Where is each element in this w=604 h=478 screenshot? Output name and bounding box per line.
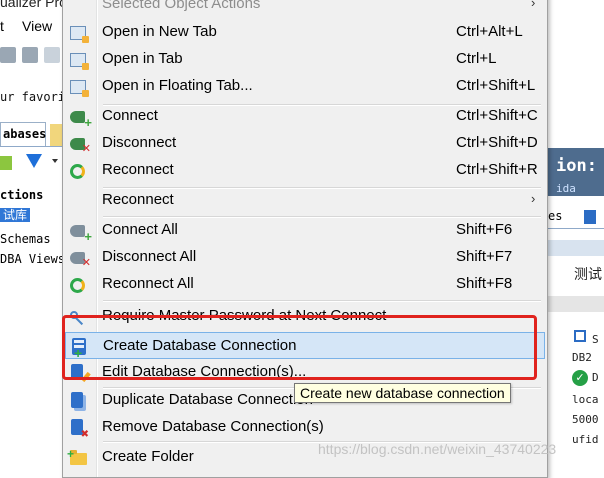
menu-item-open-in-floating-tab[interactable]: Open in Floating Tab... Ctrl+Shift+L (65, 73, 545, 100)
info-status: D (592, 371, 599, 384)
menu-item-reconnect-all[interactable]: Reconnect All Shift+F8 (65, 271, 545, 298)
check-icon: ✓ (572, 370, 588, 386)
submenu-arrow-icon: › (531, 191, 536, 206)
menu-item-edit-database-connection[interactable]: Edit Database Connection(s)... (65, 359, 545, 386)
favorites-bar[interactable]: ur favori (0, 90, 65, 104)
create-folder-icon (67, 447, 87, 465)
connect-all-icon: + (70, 225, 92, 243)
open-tab-icon (70, 53, 89, 70)
tab-databases[interactable]: abases (0, 122, 46, 146)
save-icon[interactable] (0, 47, 16, 63)
open-tab-icon (70, 80, 89, 97)
editor-divider (548, 296, 604, 312)
tree-item-schemas[interactable]: Schemas (0, 230, 51, 248)
reconnect-icon (70, 164, 85, 179)
create-db-icon (72, 338, 86, 355)
menu-item-open-in-new-tab[interactable]: Open in New Tab Ctrl+Alt+L (65, 19, 545, 46)
info-user: ufid (572, 433, 599, 446)
tooltip: Create new database connection (294, 383, 511, 403)
tab-next[interactable] (50, 124, 62, 146)
menu-item-partial[interactable]: t (0, 18, 4, 34)
server-icon (574, 330, 586, 342)
menu-item-connect[interactable]: + Connect Ctrl+Shift+C (65, 103, 545, 130)
toolbar (0, 47, 70, 73)
connect-plug-icon: + (70, 111, 92, 129)
menu-separator (103, 300, 541, 302)
menu-item-reconnect-submenu[interactable]: Reconnect › (65, 187, 545, 214)
remove-db-icon (71, 419, 89, 440)
connection-header: ion: 测 (548, 148, 604, 184)
editor-tab-label[interactable]: es (548, 209, 562, 223)
menu-item-open-in-tab[interactable]: Open in Tab Ctrl+L (65, 46, 545, 73)
filter-bar (0, 152, 64, 176)
menu-header-selected-object-actions: Selected Object Actions › (65, 0, 545, 13)
menubar: t View (0, 18, 70, 40)
navigator-tabbar: abases (0, 120, 64, 147)
add-icon[interactable] (0, 156, 12, 170)
editor-panel: ion: 测 ida es 测试 S DB2 ✓ D loca 5000 ufi… (548, 0, 604, 470)
info-port: 5000 (572, 413, 599, 426)
menu-item-reconnect[interactable]: Reconnect Ctrl+Shift+R (65, 157, 545, 184)
editor-tabs: es (548, 206, 604, 229)
window-title: ualizer Pro (0, 0, 67, 10)
menu-item-disconnect[interactable]: ✕ Disconnect Ctrl+Shift+D (65, 130, 545, 157)
duplicate-db-icon (71, 392, 83, 408)
connection-subtitle: ida (548, 183, 604, 196)
disconnect-plug-icon: ✕ (70, 138, 91, 155)
toolbar-separator-icon (44, 47, 60, 63)
db-tab-icon[interactable] (584, 210, 596, 224)
export-icon[interactable] (22, 47, 38, 63)
info-top: S (592, 333, 599, 346)
tree-root-connections[interactable]: ctions (0, 186, 43, 204)
submenu-arrow-icon: › (531, 0, 536, 10)
menu-item-require-master-password[interactable]: Require Master Password at Next Connect (65, 303, 545, 330)
tree-item-dba-views[interactable]: DBA Views (0, 250, 65, 268)
open-tab-icon (70, 26, 89, 43)
editor-toolbar (548, 240, 604, 256)
menu-item-remove-database-connection[interactable]: Remove Database Connection(s) (65, 414, 545, 441)
chevron-down-icon[interactable] (52, 159, 58, 163)
key-icon (70, 311, 84, 325)
menu-item-create-database-connection[interactable]: Create Database Connection (65, 332, 545, 359)
info-host: loca (572, 393, 599, 406)
info-db2: DB2 (572, 351, 592, 364)
editor-text: 测试 (574, 266, 602, 282)
menu-view[interactable]: View (22, 18, 52, 34)
filter-icon[interactable] (26, 154, 42, 168)
tree-item-selected-db[interactable]: 试库 (0, 208, 31, 222)
menu-item-disconnect-all[interactable]: ✕ Disconnect All Shift+F7 (65, 244, 545, 271)
context-menu: Selected Object Actions › Open in New Ta… (62, 0, 548, 478)
disconnect-all-icon: ✕ (70, 252, 91, 269)
edit-db-icon (71, 364, 83, 380)
reconnect-all-icon (70, 278, 85, 293)
menu-item-connect-all[interactable]: + Connect All Shift+F6 (65, 217, 545, 244)
watermark: https://blog.csdn.net/weixin_43740223 (318, 441, 557, 457)
